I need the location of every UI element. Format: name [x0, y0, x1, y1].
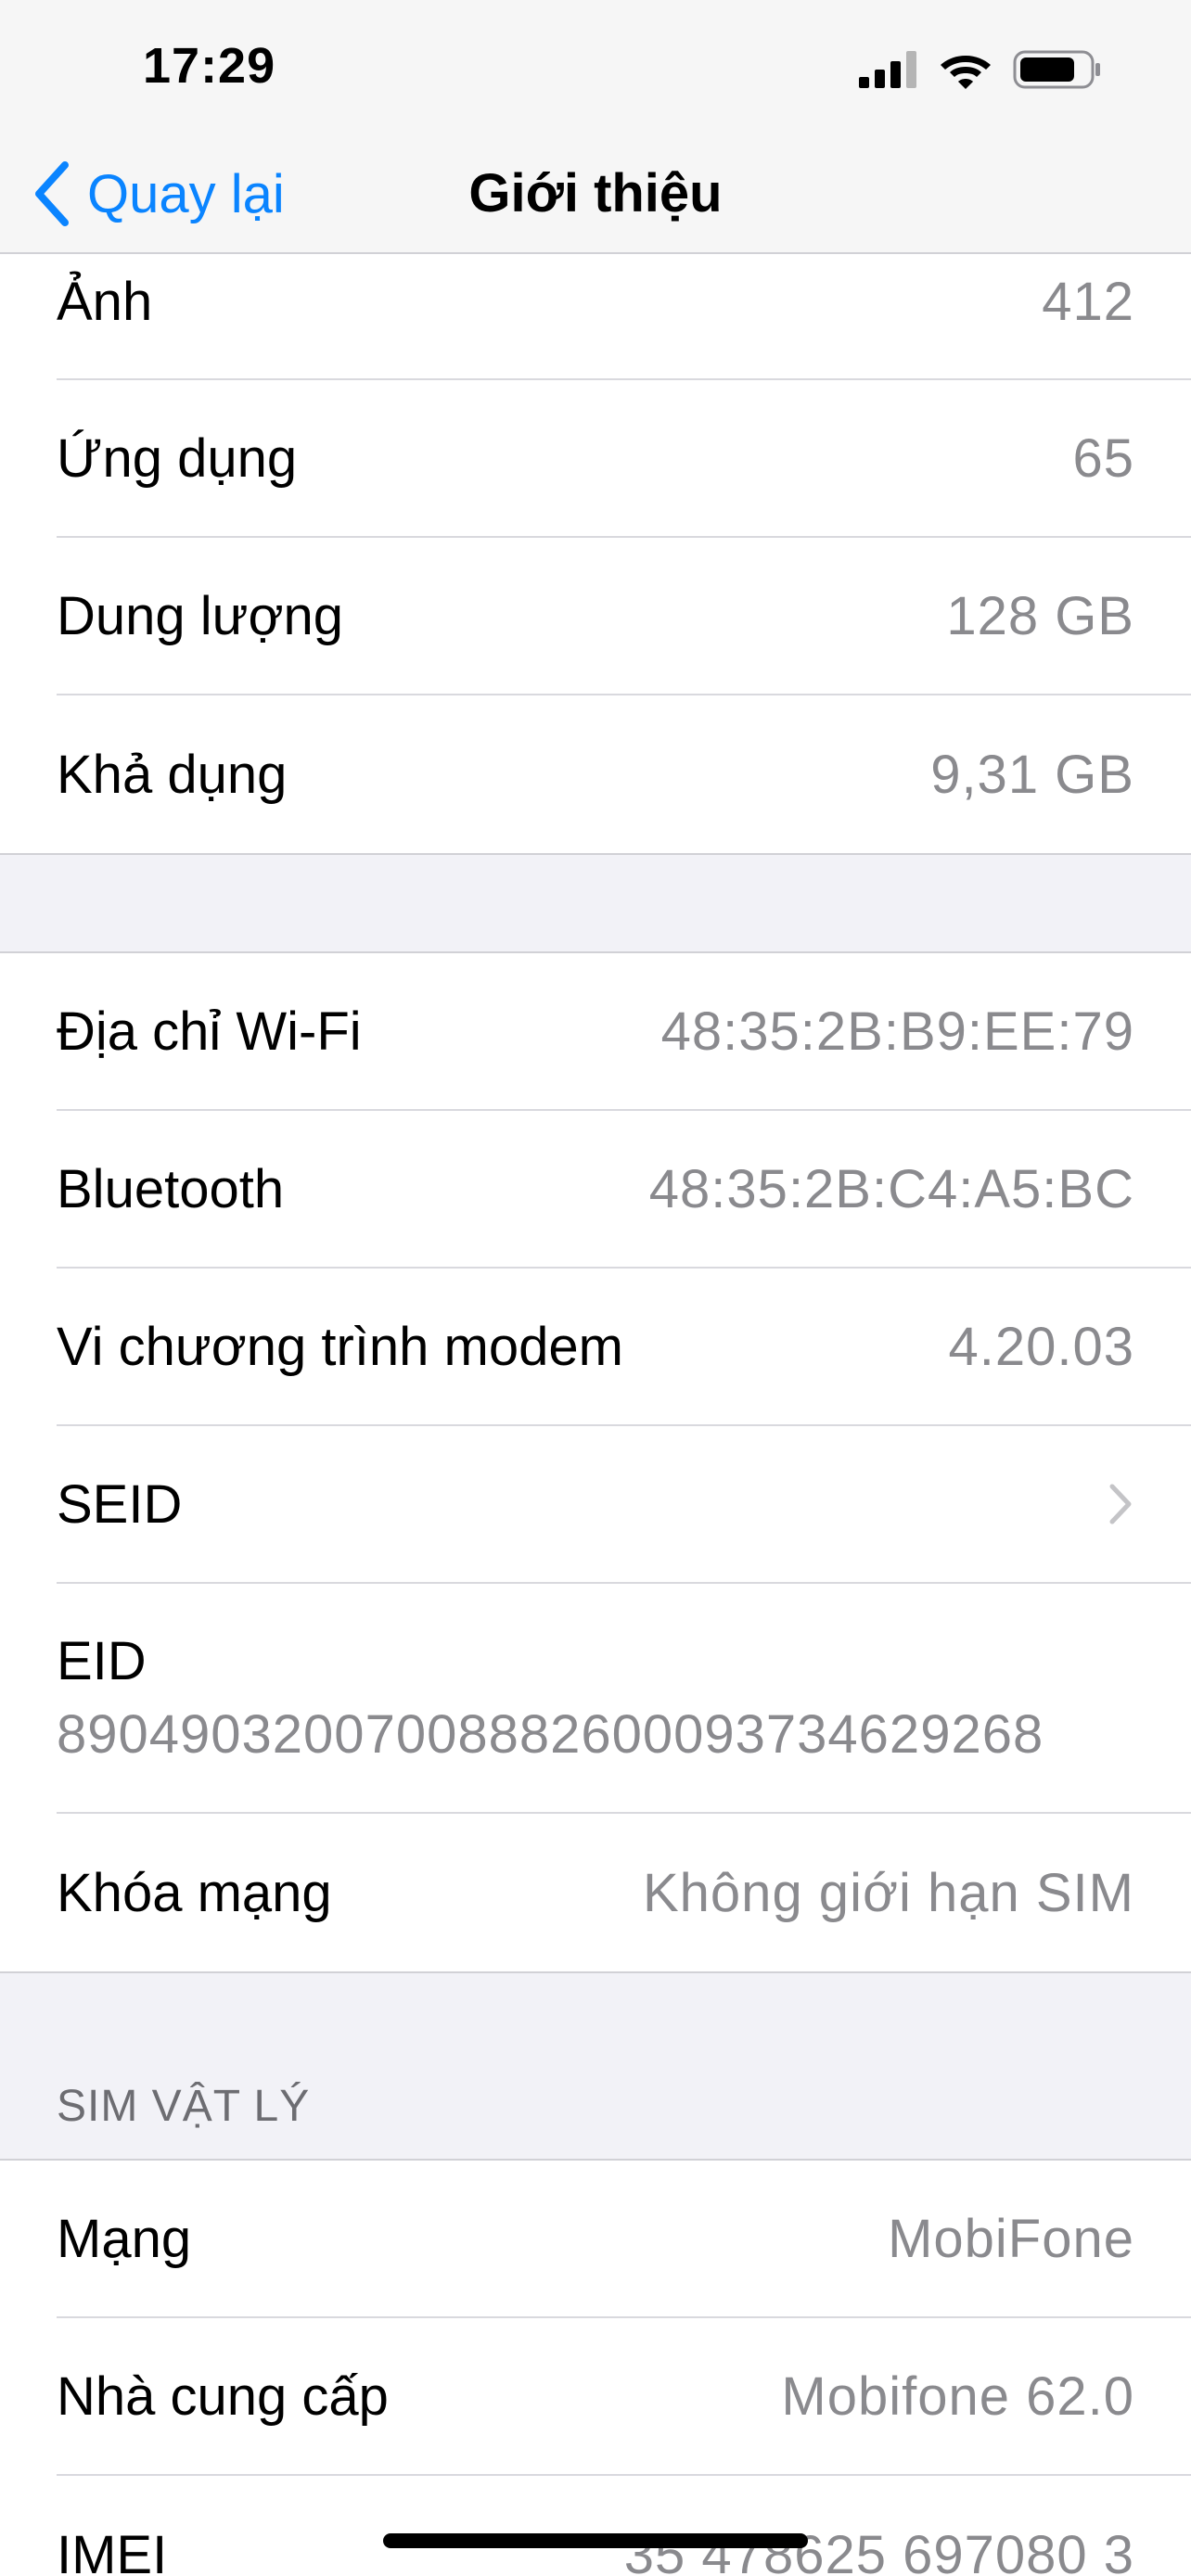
- row-value: 65: [1072, 427, 1134, 489]
- about-list: Ảnh 412 Ứng dụng 65 Dung lượng 128 GB Kh…: [0, 254, 1191, 2576]
- row-label: Bluetooth: [57, 1158, 285, 1219]
- cellular-signal-icon: [859, 51, 916, 88]
- section-header-physical-sim: SIM VẬT LÝ: [57, 2082, 311, 2131]
- row-label: Dung lượng: [57, 585, 344, 646]
- row-value: 412: [1042, 272, 1134, 332]
- row-value: 128 GB: [946, 585, 1134, 646]
- status-bar: 17:29: [0, 0, 1191, 139]
- storage-group: Ảnh 412 Ứng dụng 65 Dung lượng 128 GB Kh…: [0, 254, 1191, 855]
- list-item-bluetooth: Bluetooth 48:35:2B:C4:A5:BC: [57, 1111, 1191, 1269]
- row-value: Không giới hạn SIM: [642, 1862, 1134, 1923]
- row-label: Mạng: [57, 2208, 192, 2269]
- row-label: Ứng dụng: [57, 427, 298, 489]
- list-item-wifi-address: Địa chỉ Wi-Fi 48:35:2B:B9:EE:79: [57, 953, 1191, 1111]
- row-value: 35 478625 697080 3: [623, 2524, 1134, 2576]
- list-item-available: Khả dụng 9,31 GB: [57, 695, 1191, 853]
- row-label: Vi chương trình modem: [57, 1316, 623, 1377]
- row-value: 4.20.03: [948, 1316, 1134, 1377]
- list-item-carrier-lock: Khóa mạng Không giới hạn SIM: [57, 1814, 1191, 1971]
- group-spacer: [0, 855, 1191, 951]
- physical-sim-group: Mạng MobiFone Nhà cung cấp Mobifone 62.0…: [0, 2159, 1191, 2576]
- page-title: Giới thiệu: [468, 163, 723, 223]
- row-label: Nhà cung cấp: [57, 2366, 389, 2427]
- list-item-carrier: Nhà cung cấp Mobifone 62.0: [57, 2318, 1191, 2476]
- row-label: Địa chỉ Wi-Fi: [57, 1001, 362, 1062]
- list-item-apps: Ứng dụng 65: [57, 380, 1191, 538]
- about-screen: 17:29 Quay lại Giới thiệu Ảnh 412 Ứng dụ…: [0, 0, 1191, 2576]
- home-indicator[interactable]: [383, 2533, 808, 2548]
- chevron-right-icon: [1109, 1484, 1132, 1524]
- list-item-modem-firmware: Vi chương trình modem 4.20.03: [57, 1269, 1191, 1426]
- row-value: MobiFone: [888, 2208, 1134, 2269]
- list-item-capacity: Dung lượng 128 GB: [57, 538, 1191, 695]
- navigation-bar: Quay lại Giới thiệu: [0, 139, 1191, 254]
- list-item-seid[interactable]: SEID: [57, 1426, 1191, 1584]
- list-item-imei: IMEI 35 478625 697080 3: [57, 2476, 1191, 2576]
- network-info-group: Địa chỉ Wi-Fi 48:35:2B:B9:EE:79 Bluetoot…: [0, 951, 1191, 1973]
- row-value: Mobifone 62.0: [781, 2366, 1134, 2427]
- row-label: Khả dụng: [57, 744, 288, 805]
- status-time: 17:29: [143, 38, 276, 94]
- eid-value: 89049032007008882600093734629268: [57, 1704, 1044, 1765]
- row-label: IMEI: [57, 2524, 168, 2576]
- row-value: 48:35:2B:B9:EE:79: [660, 1001, 1134, 1062]
- row-value: 48:35:2B:C4:A5:BC: [648, 1158, 1134, 1219]
- battery-icon: [1013, 50, 1100, 89]
- wifi-icon: [941, 56, 991, 89]
- list-item-photos: Ảnh 412: [57, 254, 1191, 380]
- row-label: EID: [57, 1631, 147, 1691]
- row-label: SEID: [57, 1473, 183, 1535]
- list-item-network: Mạng MobiFone: [57, 2161, 1191, 2318]
- row-label: Ảnh: [57, 272, 153, 332]
- row-label: Khóa mạng: [57, 1862, 332, 1923]
- list-item-eid: EID 89049032007008882600093734629268: [57, 1584, 1191, 1814]
- row-value: 9,31 GB: [930, 744, 1134, 805]
- status-icons: [859, 48, 1102, 91]
